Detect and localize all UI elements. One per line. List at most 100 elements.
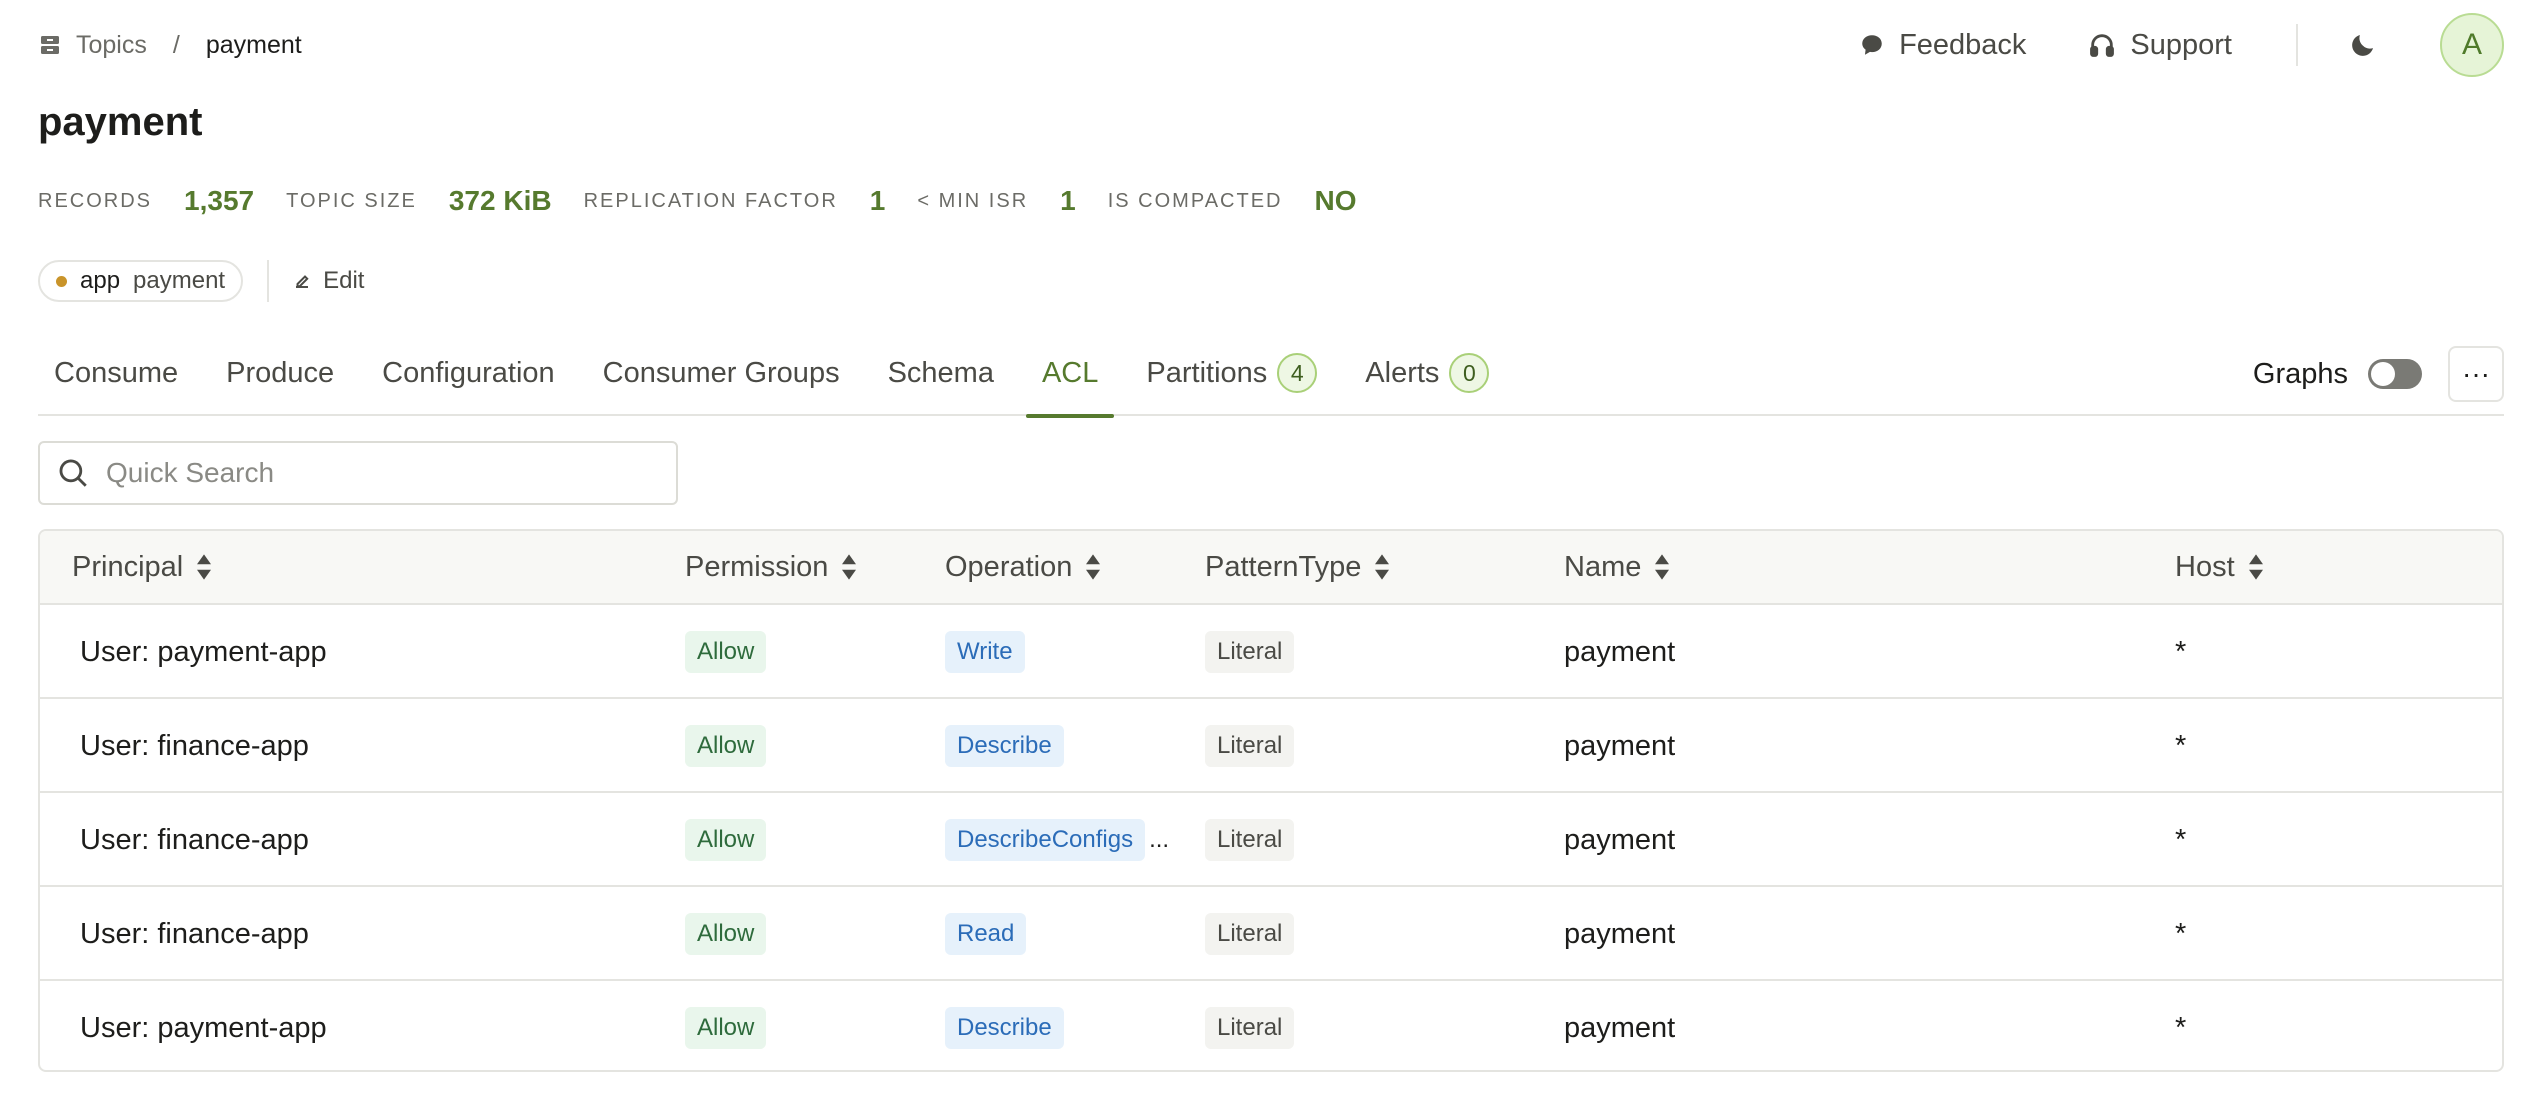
pencil-icon <box>296 275 309 288</box>
table-row[interactable]: User: payment-app Allow Write Literal pa… <box>40 603 2502 697</box>
tab-consumer-groups[interactable]: Consumer Groups <box>587 344 856 416</box>
column-header-permission[interactable]: Permission <box>685 551 858 584</box>
permission-badge: Allow <box>685 1007 767 1049</box>
header-actions: Feedback Support A <box>1859 13 2504 77</box>
stat-value-topic-size: 372 KiB <box>448 185 552 216</box>
sort-icon <box>197 554 212 580</box>
permission-badge: Allow <box>685 819 767 861</box>
tab-configuration[interactable]: Configuration <box>366 344 571 416</box>
table-row[interactable]: User: payment-app Allow Describe Literal… <box>40 979 2502 1070</box>
breadcrumb-topics-link[interactable]: Topics <box>76 31 147 60</box>
name-cell: payment <box>1564 729 1676 762</box>
label-tag: app payment <box>38 260 244 302</box>
host-cell: * <box>2175 917 2187 950</box>
host-cell: * <box>2175 1011 2187 1044</box>
more-icon: ··· <box>2462 358 2490 389</box>
pattern-type-cell: Literal <box>1205 605 1295 699</box>
permission-cell: Allow <box>685 887 767 981</box>
column-header-pattern-type[interactable]: PatternType <box>1205 551 1391 584</box>
name-cell: payment <box>1564 1011 1676 1044</box>
avatar[interactable]: A <box>2440 13 2504 77</box>
name-cell: payment <box>1564 917 1676 950</box>
edit-labels-button[interactable]: Edit <box>293 267 364 295</box>
pattern-type-cell: Literal <box>1205 981 1295 1070</box>
page-title: payment <box>38 100 203 144</box>
topic-tabs: Consume Produce Configuration Consumer G… <box>38 344 2504 418</box>
stat-value-replication-factor: 1 <box>869 185 886 216</box>
breadcrumb-current: payment <box>205 30 302 59</box>
tab-label: Configuration <box>382 356 555 389</box>
tab-label: ACL <box>1041 356 1099 389</box>
operation-badge: Write <box>945 631 1025 673</box>
permission-cell: Allow <box>685 699 767 793</box>
host-cell: * <box>2175 823 2187 856</box>
tab-schema[interactable]: Schema <box>872 344 1010 416</box>
header-divider <box>2296 24 2298 66</box>
sort-icon <box>1655 554 1670 580</box>
moon-icon[interactable] <box>2348 30 2378 60</box>
stat-label-min-isr: < MIN ISR <box>917 189 1029 212</box>
tab-acl[interactable]: ACL <box>1025 344 1115 418</box>
toggle-knob <box>2371 362 2395 386</box>
table-row[interactable]: User: finance-app Allow Read Literal pay… <box>40 885 2502 979</box>
principal-cell: User: finance-app <box>80 917 309 950</box>
headphones-icon <box>2090 34 2115 57</box>
name-cell: payment <box>1564 635 1676 668</box>
acl-table: Principal Permission Operation PatternTy… <box>38 529 2504 1072</box>
sort-icon <box>1086 554 1101 580</box>
permission-badge: Allow <box>685 725 767 767</box>
sort-icon <box>2248 554 2263 580</box>
column-header-host[interactable]: Host <box>2175 551 2265 584</box>
tab-label: Produce <box>226 356 335 389</box>
support-button[interactable]: Support <box>2088 29 2232 62</box>
support-label: Support <box>2130 28 2232 61</box>
column-header-operation[interactable]: Operation <box>945 551 1102 584</box>
pattern-type-cell: Literal <box>1205 887 1295 981</box>
column-header-name[interactable]: Name <box>1564 551 1671 584</box>
stat-value-records: 1,357 <box>184 185 255 216</box>
tab-produce[interactable]: Produce <box>210 344 350 416</box>
quick-search <box>38 441 678 505</box>
tab-consume[interactable]: Consume <box>38 344 194 416</box>
stat-label-records: RECORDS <box>38 189 153 212</box>
permission-cell: Allow <box>685 981 767 1070</box>
stat-value-is-compacted: NO <box>1314 185 1357 216</box>
permission-cell: Allow <box>685 605 767 699</box>
stat-label-is-compacted: IS COMPACTED <box>1107 189 1283 212</box>
topic-stats: RECORDS 1,357 TOPIC SIZE 372 KiB REPLICA… <box>38 182 1388 220</box>
column-header-principal[interactable]: Principal <box>72 551 213 584</box>
column-label: Operation <box>945 550 1073 583</box>
topics-icon <box>41 36 59 54</box>
principal-cell: User: payment-app <box>80 1011 327 1044</box>
column-label: PatternType <box>1205 550 1362 583</box>
name-cell: payment <box>1564 823 1676 856</box>
pattern-type-badge: Literal <box>1205 1007 1295 1049</box>
table-row[interactable]: User: finance-app Allow DescribeConfigs … <box>40 791 2502 885</box>
edit-label: Edit <box>323 267 365 294</box>
column-label: Principal <box>72 550 184 583</box>
tab-partitions[interactable]: Partitions 4 <box>1130 344 1333 416</box>
labels-divider <box>267 260 270 302</box>
operation-cell: Read <box>945 887 1027 981</box>
operation-badge: DescribeConfigs <box>945 819 1146 861</box>
tab-alerts[interactable]: Alerts 0 <box>1349 344 1505 416</box>
truncation-ellipsis: ... <box>1149 826 1170 853</box>
search-input[interactable] <box>106 457 666 489</box>
permission-badge: Allow <box>685 631 767 673</box>
host-cell: * <box>2175 635 2187 668</box>
sort-icon <box>1375 554 1390 580</box>
sort-icon <box>842 554 857 580</box>
table-header: Principal Permission Operation PatternTy… <box>40 531 2502 603</box>
breadcrumb: Topics / payment <box>38 31 302 60</box>
principal-cell: User: finance-app <box>80 729 309 762</box>
more-options-button[interactable]: ··· <box>2448 346 2504 402</box>
column-label: Name <box>1564 550 1642 583</box>
feedback-button[interactable]: Feedback <box>1859 29 2026 62</box>
topic-labels: app payment Edit <box>38 260 364 302</box>
tabs-actions: Graphs ··· <box>2253 344 2504 404</box>
principal-cell: User: finance-app <box>80 823 309 856</box>
graphs-toggle[interactable] <box>2368 359 2422 389</box>
tab-label: Alerts <box>1365 356 1440 389</box>
table-row[interactable]: User: finance-app Allow Describe Literal… <box>40 697 2502 791</box>
breadcrumb-separator: / <box>172 30 180 59</box>
